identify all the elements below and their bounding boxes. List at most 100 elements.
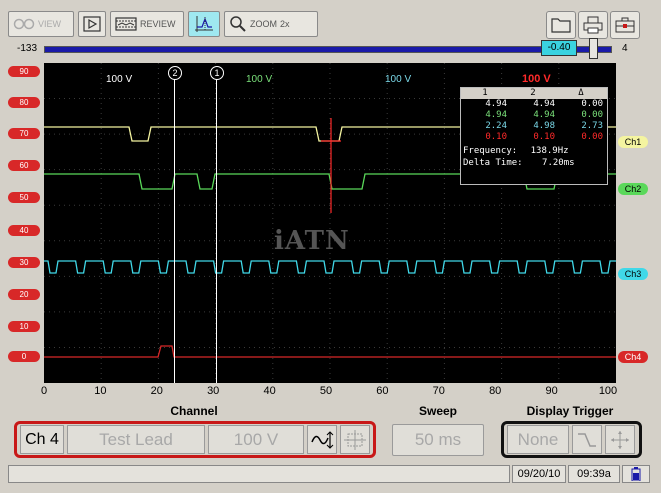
cursor-1-line[interactable] xyxy=(216,76,217,383)
folder-button[interactable] xyxy=(546,11,576,39)
time-slider-track[interactable] xyxy=(44,46,612,53)
ch2-scale-label: 100 V xyxy=(246,74,273,85)
y-tick-0: 0 xyxy=(8,351,40,362)
trigger-section-title: Display Trigger xyxy=(526,404,614,418)
readout-value: 4.94 xyxy=(533,110,555,120)
readout-row: 4.94 4.94 0.00 xyxy=(461,99,607,110)
sweep-section-title: Sweep xyxy=(418,404,457,418)
toolbox-button[interactable] xyxy=(610,11,640,39)
readout-value: 4.94 xyxy=(485,110,507,120)
x-tick-70: 70 xyxy=(432,385,445,397)
readout-value: 0.10 xyxy=(533,132,555,142)
ch3-marker[interactable]: Ch3 xyxy=(618,268,648,280)
channel-select-button[interactable]: Ch 4 xyxy=(20,425,64,454)
view-label: VIEW xyxy=(38,19,62,29)
play-button[interactable] xyxy=(78,11,106,37)
y-tick-60: 60 xyxy=(8,160,40,171)
ch1-scale-label: 100 V xyxy=(106,74,133,85)
crosshair-box-icon xyxy=(344,430,366,450)
slider-value: -0.40 xyxy=(541,40,577,56)
move-arrows-icon xyxy=(611,431,629,449)
ch1-marker[interactable]: Ch1 xyxy=(618,136,648,148)
readout-value: 0.00 xyxy=(581,110,603,120)
zoom-label: ZOOM xyxy=(250,19,277,29)
readout-value: 4.94 xyxy=(533,99,555,109)
readout-value: 2.73 xyxy=(581,121,603,131)
battery-status xyxy=(622,465,650,483)
trigger-source-button[interactable]: None xyxy=(507,425,569,454)
zoom-button[interactable]: ZOOM 2x xyxy=(224,11,318,37)
readout-value: 4.98 xyxy=(533,121,555,131)
slider-max-label: 4 xyxy=(622,43,628,54)
delta-time-readout: Delta Time: 7.20ms xyxy=(463,158,575,168)
ch3-scale-label: 100 V xyxy=(385,74,412,85)
waveform-mode-button[interactable] xyxy=(307,425,337,454)
auto-scale-button[interactable] xyxy=(340,425,370,454)
x-tick-50: 50 xyxy=(319,385,333,397)
x-tick-40: 40 xyxy=(263,385,276,397)
scope-display[interactable]: 100 V 100 V 100 V 100 V 2 1 iATN 1 2 Δ 4… xyxy=(44,63,616,383)
cursor-2-handle[interactable]: 2 xyxy=(168,66,182,80)
y-tick-40: 40 xyxy=(8,225,40,236)
cursor-waveform-icon xyxy=(195,16,213,32)
channel-section-title: Channel xyxy=(170,404,218,418)
printer-icon xyxy=(583,16,603,34)
play-icon xyxy=(83,16,101,32)
y-tick-10: 10 xyxy=(8,321,40,332)
readout-value: 0.00 xyxy=(581,99,603,109)
readout-row: 2.24 4.98 2.73 xyxy=(461,121,607,132)
filmstrip-icon xyxy=(115,17,137,31)
measurement-readout: 1 2 Δ 4.94 4.94 0.00 4.94 4.94 0.00 2.24 4.98 2.… xyxy=(460,87,608,185)
y-tick-90: 90 xyxy=(8,66,40,77)
ch4-marker[interactable]: Ch4 xyxy=(618,351,648,363)
cursor-1-handle[interactable]: 1 xyxy=(210,66,224,80)
time-slider-thumb[interactable] xyxy=(589,38,598,59)
ch4-scale-label: 100 V xyxy=(522,73,551,85)
status-time: 09:39a xyxy=(568,465,620,483)
readout-value: 0.10 xyxy=(485,132,507,142)
status-message-area xyxy=(8,465,510,483)
x-tick-60: 60 xyxy=(376,385,389,397)
sweep-button[interactable]: 50 ms xyxy=(392,424,484,456)
folder-icon xyxy=(551,18,571,33)
frequency-readout: Frequency: 138.9Hz xyxy=(463,146,569,156)
x-tick-80: 80 xyxy=(489,385,502,397)
toolbox-icon xyxy=(615,17,635,33)
trigger-slope-button[interactable] xyxy=(572,425,602,454)
ch2-marker[interactable]: Ch2 xyxy=(618,183,648,195)
zoom-level: 2x xyxy=(280,19,290,29)
readout-row: 0.10 0.10 0.00 xyxy=(461,132,607,143)
review-button[interactable]: REVIEW xyxy=(110,11,184,37)
x-tick-100: 100 xyxy=(598,385,618,397)
y-tick-50: 50 xyxy=(8,192,40,203)
cursor-button[interactable] xyxy=(188,11,220,37)
view-icon xyxy=(13,18,35,30)
review-label: REVIEW xyxy=(140,19,176,29)
readout-value: 2.24 xyxy=(485,121,507,131)
y-tick-30: 30 xyxy=(8,257,40,268)
readout-row: 4.94 4.94 0.00 xyxy=(461,110,607,121)
magnifier-icon xyxy=(230,16,246,32)
x-tick-30: 30 xyxy=(207,385,220,397)
falling-slope-icon xyxy=(578,433,596,447)
watermark-logo: iATN xyxy=(274,226,350,256)
lead-type-button[interactable]: Test Lead xyxy=(67,425,205,454)
y-tick-70: 70 xyxy=(8,128,40,139)
scale-button[interactable]: 100 V xyxy=(208,425,304,454)
trigger-position-button[interactable] xyxy=(605,425,635,454)
readout-value: 0.00 xyxy=(581,132,603,142)
x-tick-90: 90 xyxy=(545,385,558,397)
readout-value: 4.94 xyxy=(485,99,507,109)
x-tick-20: 20 xyxy=(150,385,163,397)
print-button[interactable] xyxy=(578,11,608,39)
y-tick-80: 80 xyxy=(8,97,40,108)
y-tick-20: 20 xyxy=(8,289,40,300)
slider-min-label: -133 xyxy=(17,43,38,54)
sine-invert-icon xyxy=(311,431,334,449)
status-date: 09/20/10 xyxy=(512,465,566,483)
view-button[interactable]: VIEW xyxy=(8,11,74,37)
x-tick-0: 0 xyxy=(40,385,48,397)
battery-icon xyxy=(631,467,641,482)
x-tick-10: 10 xyxy=(94,385,107,397)
cursor-2-line[interactable] xyxy=(174,76,175,383)
